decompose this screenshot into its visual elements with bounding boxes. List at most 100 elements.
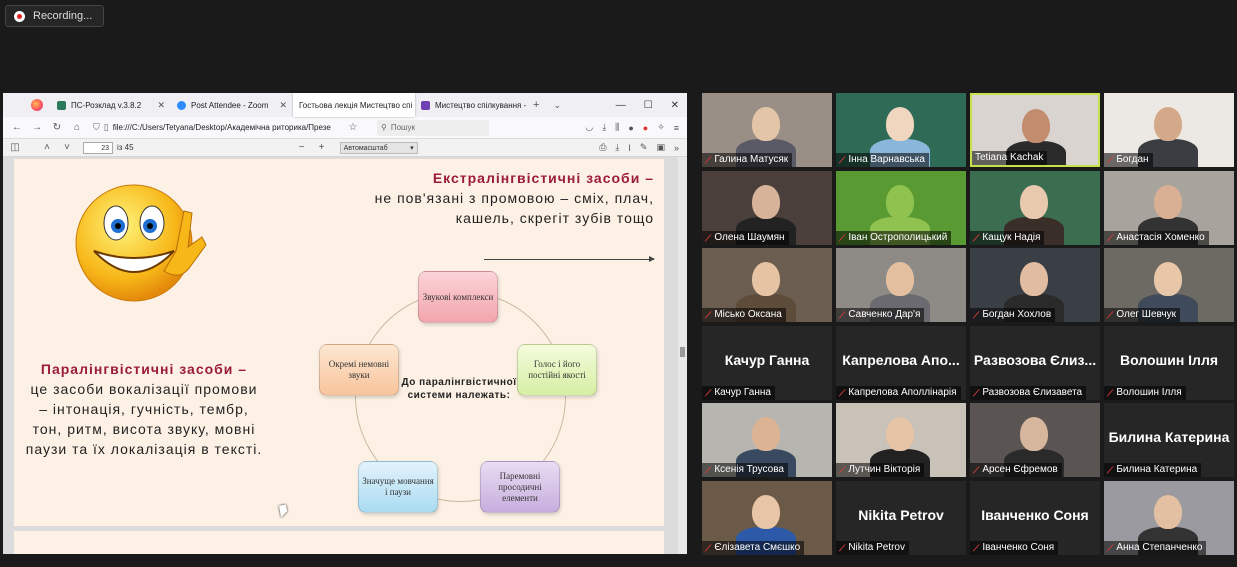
participant-name-label: Tetiana Kachak [972,151,1048,165]
participant-tile[interactable]: ⟋ Галина Матусяк [702,93,832,167]
pdf-toolbar: ◫ ˄ ˅ 23 із 45 − + Автомасштаб ⎙ ⤓ I ✎ ▣… [3,139,687,157]
participant-tile[interactable]: ⟋ Кащук Надія [970,171,1100,245]
participant-name: Богдан [1116,154,1149,165]
participant-tile[interactable]: ⟋ Олег Шевчук [1104,248,1234,322]
chevron-down-icon[interactable]: ⌄ [553,100,561,111]
participant-name: Арсен Єфремов [982,464,1058,475]
print-icon[interactable]: ⎙ [599,142,606,153]
pdf-scrollbar[interactable] [678,157,687,554]
participant-tile[interactable]: ⟋ Арсен Єфремов [970,403,1100,477]
participant-head [752,495,780,529]
browser-toolbar: ← → ↻ ⌂ ⛉ ▯ file:///C:/Users/Tetyana/Des… [3,117,687,139]
bookmark-star-icon[interactable]: ☆ [343,122,363,133]
participant-head [1154,495,1182,529]
participant-tile[interactable]: ⟋ Савченко Дар'я [836,248,966,322]
home-icon[interactable]: ⌂ [67,122,87,133]
maximize-icon[interactable]: ☐ [644,100,653,111]
zoom-in-icon[interactable]: + [312,142,332,153]
participant-tile[interactable]: ⟋ Лутчин Вікторія [836,403,966,477]
participant-name: Анастасія Хоменко [1116,232,1205,243]
more-tools-icon[interactable]: » [674,143,679,153]
image-icon[interactable]: ▣ [656,142,665,153]
pdf-viewer[interactable]: Екстралінгвістичні засоби – не пов'язані… [3,157,687,554]
text-cursor-icon[interactable]: I [628,143,631,153]
participant-tile[interactable]: ⟋ Іван Острополицький [836,171,966,245]
download-icon[interactable]: ⤓ [602,122,606,133]
mic-muted-icon: ⟋ [839,543,846,553]
mic-muted-icon: ⟋ [1107,465,1114,475]
minimize-icon[interactable]: — [616,100,626,111]
participant-name: Галина Матусяк [714,154,789,165]
tab-pdf[interactable]: Гостьова лекція Мистецтво спі ✕ [293,93,415,117]
participant-tile[interactable]: Развозова Єлиз... ⟋ Развозова Єлизавета [970,326,1100,400]
extralinguistic-text: Екстралінгвістичні засоби – не пов'язані… [374,168,654,228]
participant-tile[interactable]: ⟋ Богдан Хохлов [970,248,1100,322]
participant-tile[interactable]: Качур Ганна ⟋ Качур Ганна [702,326,832,400]
participant-tile[interactable]: Іванченко Соня ⟋ Іванченко Соня [970,481,1100,555]
new-tab-icon[interactable]: + [533,99,539,111]
participant-name: Tetiana Kachak [975,152,1044,163]
mic-muted-icon: ⟋ [839,233,846,243]
pocket-icon[interactable]: ◡ [585,122,593,133]
participant-tile[interactable]: ⟋ Інна Варнавська [836,93,966,167]
participant-name: Іван Острополицький [848,232,948,243]
participant-tile[interactable]: ⟋ Олена Шаумян [702,171,832,245]
participant-tile[interactable]: Nikita Petrov ⟋ Nikita Petrov [836,481,966,555]
save-icon[interactable]: ⤓ [615,142,619,153]
arrow-line [484,256,655,262]
participant-tile[interactable]: ⟋ Анастасія Хоменко [1104,171,1234,245]
participant-tile[interactable]: ⟋ Місько Оксана [702,248,832,322]
tab-schedule[interactable]: ПС-Розклад v.3.8.2 ✕ [51,93,171,117]
page-icon: ▯ [103,122,109,132]
mic-muted-icon: ⟋ [839,388,846,398]
participant-tile[interactable]: Tetiana Kachak [970,93,1100,167]
extensions-icon[interactable]: ✧ [657,122,665,133]
search-input[interactable]: ⚲ Пошук [377,119,489,136]
participant-tile[interactable]: ⟋ Богдан [1104,93,1234,167]
page-number-input[interactable]: 23 [83,141,113,154]
scrollbar-thumb[interactable] [680,347,685,357]
back-icon[interactable]: ← [7,122,27,133]
tab-slides[interactable]: Мистецтво спілкування - G ✕ [415,93,527,117]
mic-muted-icon: ⟋ [973,543,980,553]
close-tab-icon[interactable]: ✕ [279,100,287,111]
recording-indicator[interactable]: Recording... [5,5,104,27]
participant-name: Nikita Petrov [848,542,905,553]
participant-tile[interactable]: Капрелова Апо... ⟋ Капрелова Аполлінарія [836,326,966,400]
sidebar-toggle-icon[interactable]: ◫ [5,142,25,153]
participant-display-name: Качур Ганна [724,352,810,368]
participant-name: Билина Катерина [1116,464,1198,475]
tab-label: Post Attendee - Zoom [191,100,269,110]
participant-tile[interactable]: Билина Катерина ⟋ Билина Катерина [1104,403,1234,477]
participant-name-label: ⟋ Волошин Ілля [1104,386,1186,400]
forward-icon[interactable]: → [27,122,47,133]
tab-zoom[interactable]: Post Attendee - Zoom ✕ [171,93,293,117]
participant-tile[interactable]: Волошин Ілля ⟋ Волошин Ілля [1104,326,1234,400]
participant-head [1154,262,1182,296]
adblock-icon[interactable]: ● [643,123,648,133]
close-tab-icon[interactable]: ✕ [157,100,165,111]
participant-tile[interactable]: ⟋ Єлізавета Смєшко [702,481,832,555]
draw-icon[interactable]: ✎ [640,142,648,153]
slides-favicon-icon [421,100,430,110]
participant-head [1154,107,1182,141]
menu-icon[interactable]: ≡ [674,123,679,133]
participant-head [752,185,780,219]
participant-tile[interactable]: ⟋ Анна Степанченко [1104,481,1234,555]
close-window-icon[interactable]: ✕ [671,100,679,111]
zoom-select[interactable]: Автомасштаб [339,141,418,154]
library-icon[interactable]: ⫼ [615,122,619,133]
zoom-out-icon[interactable]: − [292,142,312,153]
info-icon[interactable]: ● [628,123,633,133]
tab-favicon-icon [57,100,66,110]
next-page-icon[interactable]: ˅ [57,142,77,153]
reload-icon[interactable]: ↻ [47,122,67,133]
participant-name-label: ⟋ Іван Острополицький [836,231,952,245]
url-bar[interactable]: ⛉ ▯ file:///C:/Users/Tetyana/Desktop/Ака… [93,120,343,136]
cycle-node-nonverbal-sounds: Окремі немовні звуки [319,344,399,396]
participant-tile[interactable]: ⟋ Ксенія Трусова [702,403,832,477]
participant-name: Іванченко Соня [982,542,1055,553]
window-controls: — ☐ ✕ [616,93,679,117]
mic-muted-icon: ⟋ [1107,233,1114,243]
prev-page-icon[interactable]: ˄ [37,142,57,153]
